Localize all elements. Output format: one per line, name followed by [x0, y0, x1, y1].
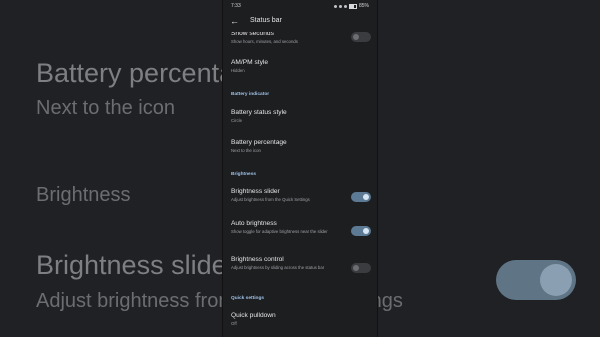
bg-brightness-header: Brightness [36, 184, 131, 206]
setting-title: Battery status style [231, 109, 287, 116]
bg-battery-percentage-value: Next to the icon [36, 97, 175, 119]
setting-ampm-style[interactable]: AM/PM style Hidden [231, 59, 371, 73]
setting-subtitle: Show toggle for adaptive brightness near… [231, 229, 328, 234]
setting-subtitle: Hidden [231, 68, 245, 73]
setting-subtitle: Adjust brightness by sliding across the … [231, 265, 325, 270]
brightness-control-toggle[interactable] [351, 263, 371, 273]
toggle-knob [363, 194, 369, 200]
app-bar: ← Status bar [223, 12, 377, 32]
setting-subtitle: Adjust brightness from the Quick Setting… [231, 197, 310, 202]
setting-subtitle: Circle [231, 118, 242, 123]
setting-title: AM/PM style [231, 59, 269, 66]
setting-brightness-slider[interactable]: Brightness slider Adjust brightness from… [231, 188, 371, 202]
section-quick-settings: Quick settings [231, 296, 265, 301]
bg-toggle [496, 260, 576, 300]
setting-subtitle: Off [231, 321, 237, 326]
auto-brightness-toggle[interactable] [351, 226, 371, 236]
setting-title: Auto brightness [231, 220, 277, 227]
setting-show-seconds[interactable]: Show seconds Show hours, minutes, and se… [231, 30, 371, 44]
setting-title: Brightness slider [231, 188, 280, 195]
bg-brightness-slider: Brightness slider [36, 250, 236, 280]
phone-screen: 7:33 85% ← Status bar Show seconds Show … [223, 0, 377, 337]
setting-brightness-control[interactable]: Brightness control Adjust brightness by … [231, 256, 371, 270]
setting-subtitle: Show hours, minutes, and seconds [231, 39, 298, 44]
page-title: Status bar [250, 17, 282, 24]
settings-list[interactable]: Show seconds Show hours, minutes, and se… [223, 0, 377, 337]
section-brightness: Brightness [231, 172, 257, 177]
brightness-slider-toggle[interactable] [351, 192, 371, 202]
setting-title: Brightness control [231, 256, 284, 263]
toggle-knob [353, 265, 359, 271]
toggle-knob [363, 228, 369, 234]
setting-subtitle: Next to the icon [231, 148, 261, 153]
setting-title: Quick pulldown [231, 312, 276, 319]
show-seconds-toggle[interactable] [351, 32, 371, 42]
bg-toggle-knob [540, 264, 572, 296]
toggle-knob [353, 34, 359, 40]
arrow-back-icon[interactable]: ← [230, 15, 239, 27]
setting-auto-brightness[interactable]: Auto brightness Show toggle for adaptive… [231, 220, 371, 234]
setting-battery-status-style[interactable]: Battery status style Circle [231, 109, 371, 123]
setting-quick-pulldown[interactable]: Quick pulldown Off [231, 312, 371, 326]
section-battery-indicator: Battery indicator [231, 92, 270, 97]
setting-title: Battery percentage [231, 139, 287, 146]
setting-battery-percentage[interactable]: Battery percentage Next to the icon [231, 139, 371, 153]
